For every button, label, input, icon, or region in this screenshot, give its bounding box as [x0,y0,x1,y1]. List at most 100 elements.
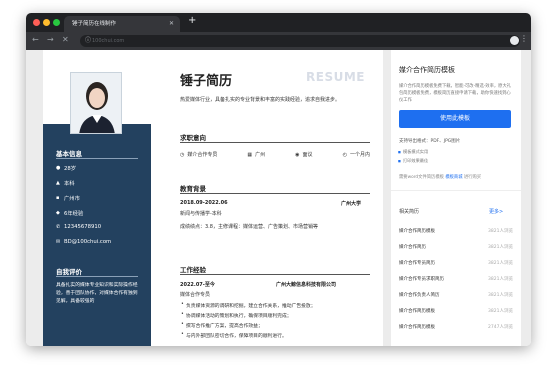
related-resume-name: 媒介合作专员求职简历 [399,277,444,282]
education-title: 教育背景 [180,185,206,193]
word-template-help: 需要word文件简历模板 模板商城 进行购买 [399,174,481,180]
template-mall-link[interactable]: 模板商城 [445,175,462,180]
url-text: 100chui.com [92,38,125,44]
education-period: 2018.09-2022.06 [180,200,228,206]
stop-icon[interactable]: ✕ [62,35,69,44]
profile-avatar-icon[interactable] [510,36,519,45]
work-company: 广州大鲸信息科技有限公司 [276,282,337,288]
panel-divider [391,190,521,191]
experience-icon: ◆ [56,210,60,216]
clock-icon: ◴ [342,152,347,158]
work-period: 2022.07-至今 [180,282,215,288]
browser-tab[interactable]: 锤子简历在线制作 ✕ [64,16,180,32]
template-panel: 媒介合作简历模板 媒介合作简历模板免费下载，智能-可改-精选-效率，原大礼包简历… [391,50,521,346]
related-resume-name: 媒介合作简历模板 [399,229,435,234]
related-resume-count: 3821人浏览 [488,277,513,282]
self-evaluation-divider [56,276,138,277]
user-icon: ● [56,165,61,171]
related-resume-item[interactable]: 媒介合作负责人简历 3821人浏览 [399,292,513,298]
related-resume-item[interactable]: 媒介合作简历模板 3821人浏览 [399,308,513,314]
resume-sidebar: 基本信息 ● 28岁 ▲ 本科 ▪ 广州市 ◆ 6年经验 ✆ 12345678910 ✉ B… [43,50,151,346]
basic-info-title: 基本信息 [56,150,82,158]
title-bar: 锤子简历在线制作 ✕ + [26,13,531,32]
intent-position-text: 媒介合作专员 [187,152,218,158]
related-resume-name: 媒介合作简历模板 [399,309,435,314]
intent-city: ▦ 广州 [247,151,265,158]
intent-salary: ◉ 面议 [295,151,312,158]
related-resume-item[interactable]: 媒介合作简历模板 2747人浏览 [399,324,513,330]
education-major: 新闻与传播学-本科 [180,211,222,217]
job-intent-row: ◷ 媒介合作专员 ▦ 广州 ◉ 面议 ◴ 一个月内 [180,151,370,158]
basic-info-education: ▲ 本科 [56,179,75,187]
basic-info-age-text: 28岁 [64,166,77,172]
new-tab-icon[interactable]: + [188,15,196,26]
basic-info-phone-text: 12345678910 [64,224,102,230]
basic-info-experience-text: 6年经验 [64,211,84,217]
resume-intro: 热爱媒体行业，具备扎实的专业背景和丰富的实践经验，追求自我进步。 [180,97,341,103]
address-bar[interactable]: ⓘ 100chui.com ☆ [80,35,520,47]
work-bullet: 负责媒体资源的调研和挖掘，建立合作关系，推动广告投放； [181,302,316,309]
related-resume-count: 2747人浏览 [488,325,513,330]
work-bullet: 协调媒体活动的策划和执行，确保项目顺利完成； [181,312,292,319]
profile-photo [70,72,122,134]
related-resume-name: 媒介合作简历 [399,245,426,250]
minimize-window-button[interactable] [43,19,50,26]
resume-name: 锤子简历 [180,74,233,89]
basic-info-experience: ◆ 6年经验 [56,209,83,217]
site-info-icon[interactable]: ⓘ [85,35,91,47]
help-prefix: 需要word文件简历模板 [399,175,444,180]
education-school: 广州大学 [341,201,362,207]
education-divider [180,193,370,194]
related-resume-item[interactable]: 媒介合作简历模板 3821人浏览 [399,228,513,234]
related-resumes-title: 相关简历 [399,209,420,215]
work-divider [180,274,370,275]
building-icon: ▦ [247,152,253,158]
export-formats: 支持导出格式：PDF、JPG图片 [399,139,461,144]
basic-info-education-text: 本科 [64,181,75,187]
close-window-button[interactable] [33,19,40,26]
email-icon: ✉ [56,239,61,245]
basic-info-location: ▪ 广州市 [56,194,80,202]
related-resume-name: 媒介合作简历模板 [399,325,435,330]
related-resume-count: 3821人浏览 [488,293,513,298]
feature-item: 模板模式实用 [398,149,428,155]
browser-window: 锤子简历在线制作 ✕ + ← → ✕ ⓘ 100chui.com ☆ ⋮ [26,13,531,346]
work-role: 媒体合作专员 [180,292,211,298]
basic-info-phone: ✆ 12345678910 [56,224,101,230]
work-title: 工作经验 [180,266,206,274]
related-resume-count: 3821人浏览 [488,261,513,266]
resume-main: 锤子简历 RESUME 热爱媒体行业，具备扎实的专业背景和丰富的实践经验，追求自… [151,50,383,346]
related-resume-item[interactable]: 媒介合作专员求职简历 3821人浏览 [399,276,513,282]
intent-arrival: ◴ 一个月内 [343,151,370,158]
work-bullet: 撰写合作推广方案，提高合作效益； [181,322,263,329]
resume-preview[interactable]: 基本信息 ● 28岁 ▲ 本科 ▪ 广州市 ◆ 6年经验 ✆ 12345678910 ✉ B… [43,50,383,346]
basic-info-email-text: BD@100chui.com [64,239,112,245]
location-icon: ▪ [56,195,60,201]
related-resume-item[interactable]: 媒介合作专员简历 3821人浏览 [399,260,513,266]
related-resume-count: 3821人浏览 [488,245,513,250]
work-bullet: 与内外部团队密切合作，保障项目的顺利进行。 [181,332,287,339]
tab-close-icon[interactable]: ✕ [169,16,174,32]
back-icon[interactable]: ← [32,35,39,44]
basic-info-divider [56,158,138,159]
related-resume-name: 媒介合作专员简历 [399,261,435,266]
related-resume-item[interactable]: 媒介合作简历 3821人浏览 [399,244,513,250]
feature-item: 打印效果最佳 [398,158,428,164]
maximize-window-button[interactable] [53,19,60,26]
salary-icon: ◉ [295,152,300,158]
forward-icon[interactable]: → [47,35,54,44]
related-resume-name: 媒介合作负责人简历 [399,293,440,298]
education-detail: 成绩绩点：3.8，主修课程：媒体运营、广告策划、市场营销等 [180,224,318,230]
related-resume-count: 3821人浏览 [488,229,513,234]
tab-title: 锤子简历在线制作 [72,21,117,27]
page-viewport: 基本信息 ● 28岁 ▲ 本科 ▪ 广州市 ◆ 6年经验 ✆ 12345678910 ✉ B… [26,50,531,346]
education-icon: ▲ [56,180,60,186]
intent-arrival-text: 一个月内 [349,152,370,158]
intent-salary-text: 面议 [302,152,313,158]
more-link[interactable]: 更多> [489,208,503,215]
job-intent-title: 求职意向 [180,134,206,142]
menu-kebab-icon[interactable]: ⋮ [520,34,528,43]
use-template-button[interactable]: 使用此模板 [399,110,511,128]
phone-icon: ✆ [56,224,61,230]
resume-watermark: RESUME [306,70,365,84]
